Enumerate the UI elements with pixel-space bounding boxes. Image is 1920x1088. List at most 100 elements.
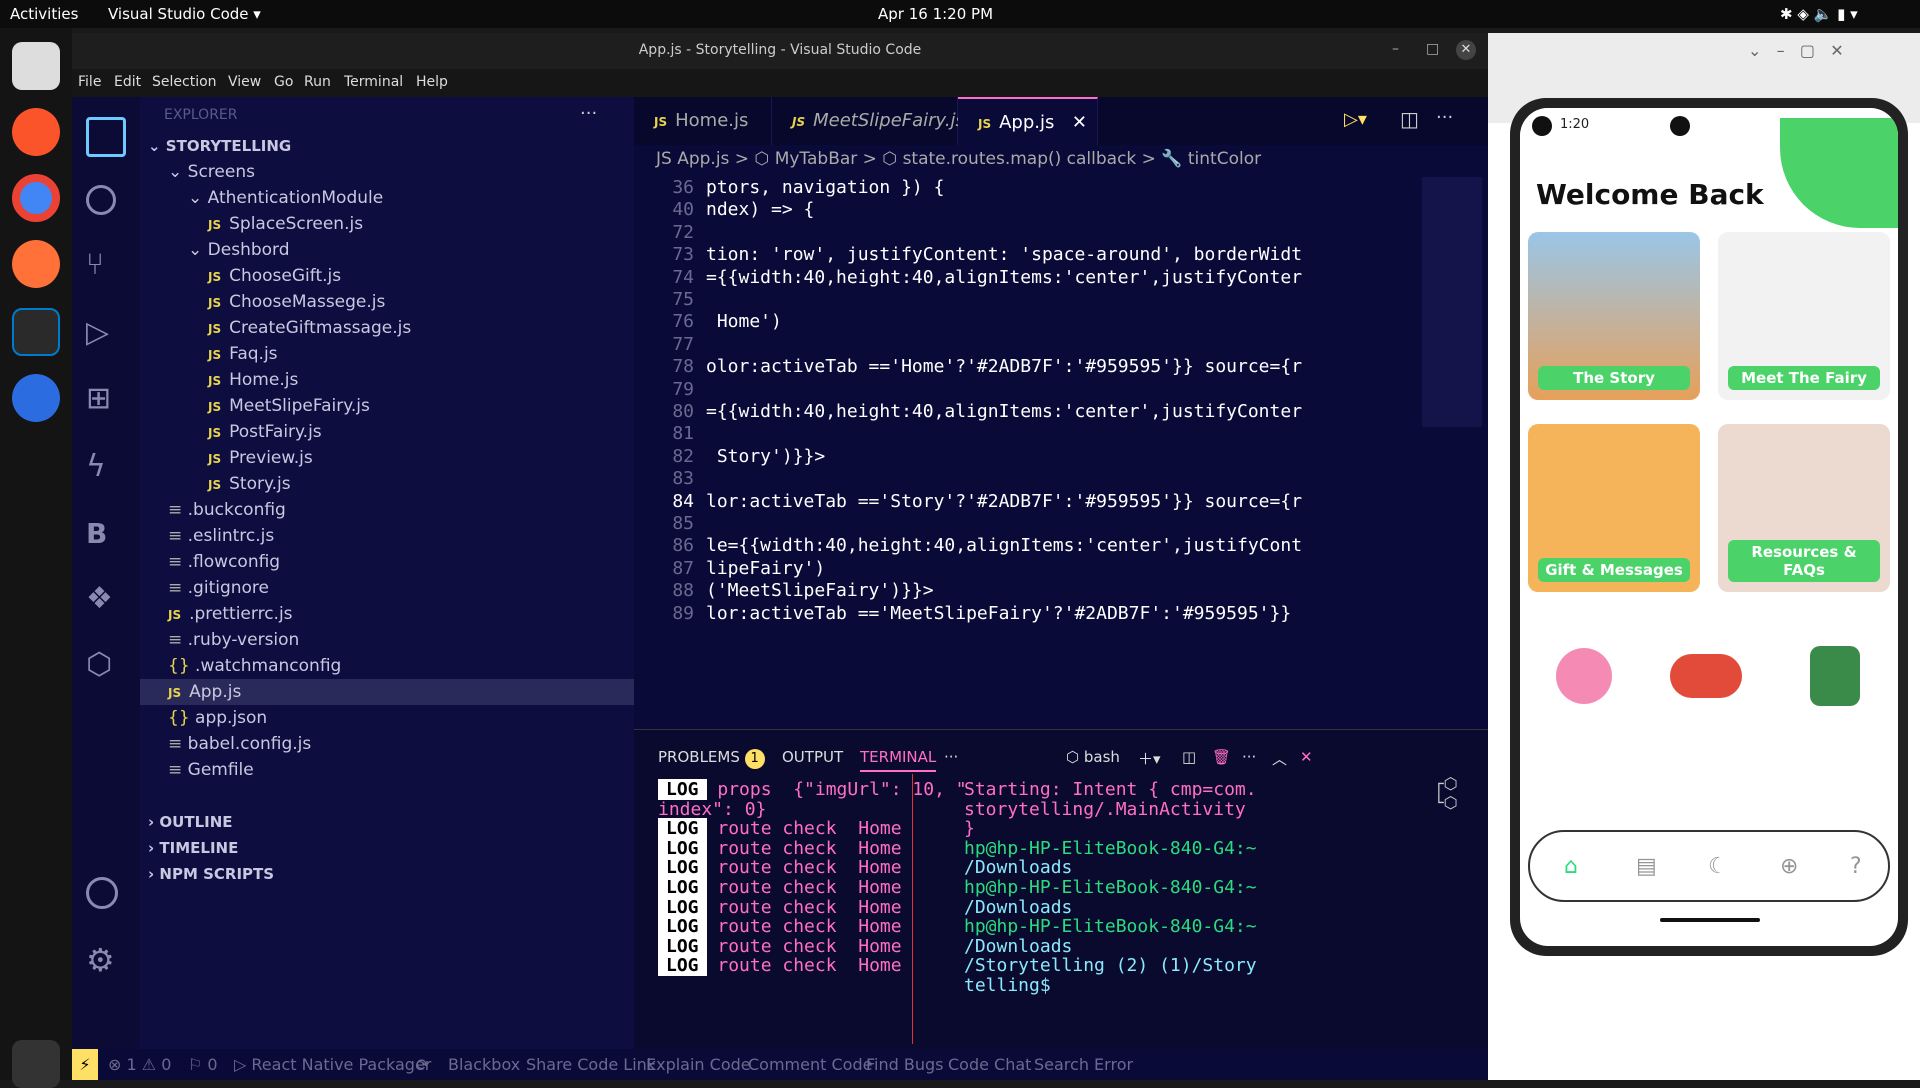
file-item[interactable]: ≡ .gitignore [140, 575, 634, 601]
npm-scripts-section[interactable]: › NPM SCRIPTS [140, 861, 634, 887]
settings-gear-icon[interactable]: ⚙ [86, 941, 126, 981]
split-editor-icon[interactable]: ◫ [1400, 107, 1419, 131]
split-terminal-icon[interactable]: ◫ [1182, 748, 1196, 766]
file-item[interactable]: ≡ babel.config.js [140, 731, 634, 757]
breadcrumb[interactable]: JS App.js > ⬡ MyTabBar > ⬡ state.routes.… [634, 145, 1488, 173]
file-item[interactable]: JS Home.js [140, 367, 634, 393]
browser-window-controls[interactable]: ⌄ – ▢ ✕ [1748, 41, 1844, 60]
file-item[interactable]: JS App.js [140, 679, 634, 705]
tab-home-js[interactable]: JS Home.js [634, 97, 772, 145]
help-tab-icon[interactable]: ? [1850, 854, 1862, 879]
code-line[interactable]: ={{width:40,height:40,alignItems:'center… [706, 401, 1406, 422]
menu-run[interactable]: Run [304, 74, 331, 90]
minimap[interactable] [1422, 177, 1482, 427]
find-bugs[interactable]: Find Bugs [866, 1055, 943, 1074]
app-store-icon[interactable] [12, 374, 60, 422]
account-icon[interactable] [86, 877, 118, 909]
terminal-right[interactable]: Starting: Intent { cmp=com. storytelling/… [564, 778, 1257, 1038]
share-code-link[interactable]: Share Code Link [526, 1055, 656, 1074]
firefox-icon[interactable] [12, 240, 60, 288]
code-line[interactable]: lipeFairy') [706, 558, 1406, 579]
menu-selection[interactable]: Selection [152, 74, 217, 90]
trash-icon[interactable]: 🗑 [1212, 748, 1231, 766]
maximize-panel-icon[interactable]: ︿ [1272, 748, 1287, 769]
file-item[interactable]: JS ChooseMassege.js [140, 289, 634, 315]
file-item[interactable]: ≡ Gemfile [140, 757, 634, 783]
menu-go[interactable]: Go [274, 74, 293, 90]
vscode-icon[interactable] [12, 308, 60, 356]
file-item[interactable]: JS CreateGiftmassage.js [140, 315, 634, 341]
gift-tab-icon[interactable]: ⊕ [1780, 854, 1798, 879]
minimize-button[interactable]: – [1392, 41, 1399, 57]
blackbox-icon[interactable]: B [86, 517, 126, 557]
sync-icon[interactable]: ⟳ [416, 1055, 429, 1074]
problems-status[interactable]: ⊗ 1 ⚠ 0 [108, 1055, 171, 1074]
file-item[interactable]: JS Preview.js [140, 445, 634, 471]
close-panel-icon[interactable]: ✕ [1300, 748, 1313, 766]
folder-item[interactable]: ⌄ Screens [140, 159, 634, 185]
tab-meetslipefairy-js[interactable]: JS MeetSlipeFairy.js [772, 97, 965, 145]
close-window-button[interactable]: ✕ [1456, 40, 1476, 60]
code-line[interactable]: tion: 'row', justifyContent: 'space-arou… [706, 244, 1406, 265]
file-item[interactable]: {} app.json [140, 705, 634, 731]
code-chat[interactable]: Code Chat [948, 1055, 1031, 1074]
figma-icon[interactable]: ❖ [86, 581, 126, 621]
terminal-list[interactable]: ┌⬡ └⬡ [1434, 774, 1474, 834]
file-item[interactable]: JS Story.js [140, 471, 634, 497]
brave-icon[interactable] [12, 108, 60, 156]
file-item[interactable]: JS Faq.js [140, 341, 634, 367]
code-line[interactable]: le={{width:40,height:40,alignItems:'cent… [706, 535, 1406, 556]
show-apps-icon[interactable] [12, 1040, 60, 1088]
file-item[interactable]: JS .prettierrc.js [140, 601, 634, 627]
tab-app-js[interactable]: JS App.js ✕ [958, 97, 1098, 145]
run-code-icon[interactable]: ▷▾ [1344, 109, 1367, 130]
file-item[interactable]: JS ChooseGift.js [140, 263, 634, 289]
panel-more-button[interactable]: ··· [944, 748, 958, 766]
blackbox-status[interactable]: Blackbox [448, 1055, 520, 1074]
lightning-icon[interactable]: ϟ [86, 449, 126, 489]
panel-overflow-button[interactable]: ··· [1242, 748, 1256, 766]
code-line[interactable]: Home') [706, 311, 1406, 332]
react-native-packager[interactable]: ▷ React Native Packager [234, 1055, 431, 1074]
clock[interactable]: Apr 16 1:20 PM [878, 5, 993, 23]
files-icon[interactable] [12, 42, 60, 90]
card-the-story[interactable]: The Story [1528, 232, 1700, 400]
card-gift-messages[interactable]: Gift & Messages [1528, 424, 1700, 592]
menu-help[interactable]: Help [416, 74, 448, 90]
file-item[interactable]: ≡ .flowconfig [140, 549, 634, 575]
comment-code[interactable]: Comment Code [748, 1055, 872, 1074]
outline-section[interactable]: › OUTLINE [140, 809, 634, 835]
run-debug-icon[interactable]: ▷ [86, 315, 126, 355]
source-control-icon[interactable]: ⑂ [86, 247, 126, 287]
remote-icon[interactable]: ⚡ [72, 1049, 98, 1080]
code-line[interactable]: lor:activeTab =='Story'?'#2ADB7F':'#9595… [706, 491, 1406, 512]
editor-more-button[interactable]: ··· [1436, 107, 1453, 128]
menu-view[interactable]: View [228, 74, 261, 90]
code-line[interactable]: ('MeetSlipeFairy')}}> [706, 580, 1406, 601]
explorer-icon[interactable] [86, 117, 126, 157]
explorer-more-button[interactable]: ··· [580, 103, 597, 124]
status-icons[interactable]: ✱ ◈ 🔈 ▮ ▾ [1780, 5, 1858, 23]
file-item[interactable]: JS SplaceScreen.js [140, 211, 634, 237]
menu-terminal[interactable]: Terminal [344, 74, 403, 90]
tab-problems[interactable]: PROBLEMS 1 [658, 748, 765, 769]
shell-selector[interactable]: ⬡ bash [1066, 748, 1120, 766]
menu-edit[interactable]: Edit [114, 74, 141, 90]
code-line[interactable]: ptors, navigation }) { [706, 177, 1406, 198]
code-line[interactable]: lor:activeTab =='MeetSlipeFairy'?'#2ADB7… [706, 603, 1406, 624]
menu-file[interactable]: File [78, 74, 101, 90]
close-tab-icon[interactable]: ✕ [1072, 99, 1087, 147]
home-tab-icon[interactable]: ⌂ [1564, 854, 1578, 879]
home-indicator[interactable] [1660, 918, 1760, 922]
cube-icon[interactable]: ⬡ [86, 647, 126, 687]
file-item[interactable]: JS MeetSlipeFairy.js [140, 393, 634, 419]
extensions-icon[interactable]: ⊞ [86, 381, 126, 421]
root-folder[interactable]: ⌄ STORYTELLING [140, 133, 634, 159]
search-error[interactable]: Search Error [1034, 1055, 1133, 1074]
file-item[interactable]: JS PostFairy.js [140, 419, 634, 445]
ports-status[interactable]: ⚐ 0 [188, 1055, 218, 1074]
fairy-tab-icon[interactable]: ☾ [1708, 854, 1728, 879]
timeline-section[interactable]: › TIMELINE [140, 835, 634, 861]
file-item[interactable]: ≡ .buckconfig [140, 497, 634, 523]
maximize-button[interactable]: □ [1426, 41, 1439, 57]
